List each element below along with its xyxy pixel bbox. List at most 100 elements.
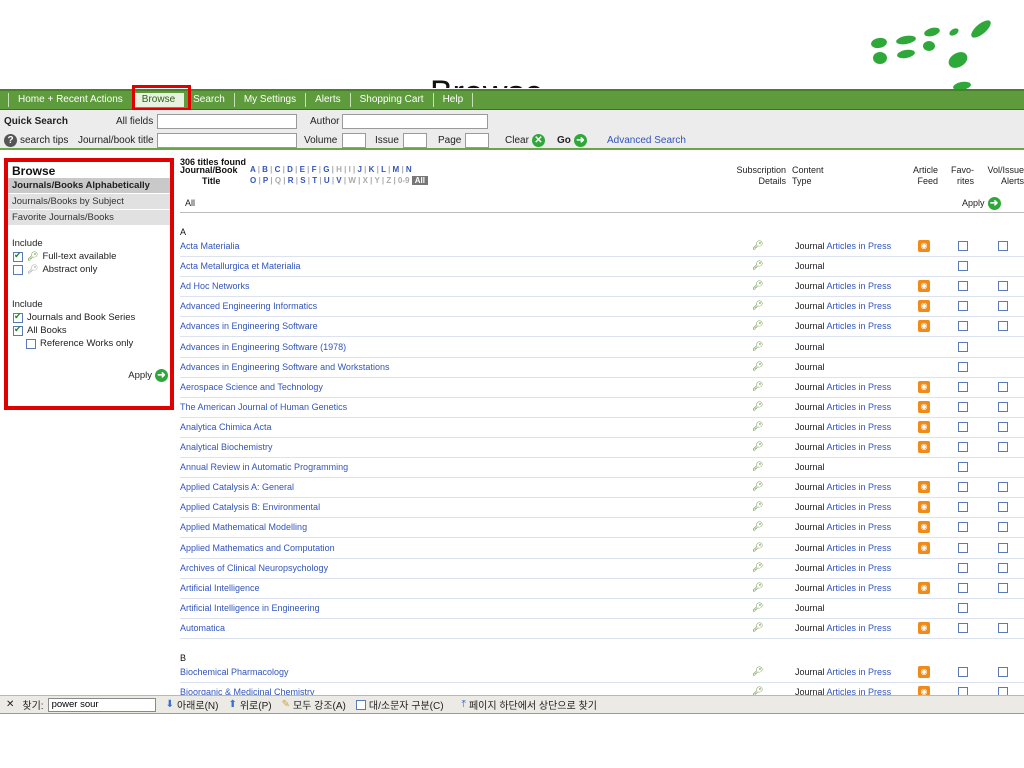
articles-in-press-link[interactable]: Articles in Press [827,583,892,593]
journal-title-link[interactable]: Advances in Engineering Software (1978) [180,342,346,352]
abstract-only-checkbox[interactable] [13,264,23,275]
sidebar-item-favorites[interactable]: Favorite Journals/Books [8,210,170,226]
tab-help[interactable]: Help [434,93,474,107]
rss-feed-icon[interactable]: ◉ [918,581,930,594]
journals-series-checkbox[interactable] [13,311,23,323]
rss-feed-icon[interactable]: ◉ [918,501,930,514]
rss-feed-icon[interactable]: ◉ [918,666,930,678]
favorite-checkbox[interactable] [958,582,968,593]
find-next-button[interactable]: ⬇ 아래로(N) [166,697,219,712]
volume-input[interactable] [342,132,366,148]
articles-in-press-link[interactable]: Articles in Press [827,301,892,311]
rss-feed-icon[interactable]: ◉ [918,380,930,393]
go-button[interactable]: Go ➜ [557,133,587,147]
journal-title-link[interactable]: Analytica Chimica Acta [180,422,272,432]
rss-feed-icon[interactable]: ◉ [918,521,930,534]
favorite-checkbox[interactable] [958,542,968,553]
alert-checkbox[interactable] [998,622,1008,633]
rss-feed-icon[interactable]: ◉ [918,240,930,252]
articles-in-press-link[interactable]: Articles in Press [827,482,892,492]
articles-in-press-link[interactable]: Articles in Press [827,522,892,532]
sidebar-item-by-subject[interactable]: Journals/Books by Subject [8,194,170,210]
articles-in-press-link[interactable]: Articles in Press [827,281,892,291]
favorite-checkbox[interactable] [958,602,968,613]
journal-title-link[interactable]: Applied Catalysis A: General [180,482,294,492]
journal-title-link[interactable]: Advanced Engineering Informatics [180,301,317,311]
advanced-search-link[interactable]: Advanced Search [607,135,686,146]
favorite-checkbox[interactable] [958,361,968,372]
journal-title-link[interactable]: The American Journal of Human Genetics [180,402,347,412]
match-case-checkbox[interactable] [355,699,366,710]
rss-feed-icon[interactable]: ◉ [918,420,930,433]
favorite-checkbox[interactable] [958,667,968,677]
articles-in-press-link[interactable]: Articles in Press [827,422,892,432]
journal-title-input[interactable] [157,132,297,148]
articles-in-press-link[interactable]: Articles in Press [827,543,892,553]
articles-in-press-link[interactable]: Articles in Press [827,321,892,331]
alert-checkbox[interactable] [998,562,1008,573]
journal-title-link[interactable]: Analytical Biochemistry [180,442,273,452]
all-books-checkbox[interactable] [13,324,23,336]
find-close-icon[interactable]: ✕ [6,699,14,710]
alert-checkbox[interactable] [998,281,1008,292]
sidebar-item-alphabetically[interactable]: Journals/Books Alphabetically [8,178,170,194]
articles-in-press-link[interactable]: Articles in Press [827,442,892,452]
tab-alerts[interactable]: Alerts [306,93,351,107]
journal-title-link[interactable]: Advances in Engineering Software [180,321,318,331]
favorite-checkbox[interactable] [958,562,968,573]
alert-checkbox[interactable] [998,542,1008,553]
search-tips-link[interactable]: search tips [20,135,68,146]
articles-in-press-link[interactable]: Articles in Press [827,241,892,251]
alpha-letter[interactable]: 0-9 [398,176,410,185]
favorite-checkbox[interactable] [958,482,968,493]
clear-button[interactable]: Clear ✕ [505,133,545,147]
journal-title-link[interactable]: Automatica [180,623,225,633]
journal-title-link[interactable]: Biochemical Pharmacology [180,667,289,677]
articles-in-press-link[interactable]: Articles in Press [827,382,892,392]
alert-checkbox[interactable] [998,301,1008,312]
page-input[interactable] [465,132,489,148]
favorite-checkbox[interactable] [958,401,968,412]
reference-works-checkbox[interactable] [26,338,36,349]
journal-title-link[interactable]: Bioorganic & Medicinal Chemistry [180,687,315,695]
alert-checkbox[interactable] [998,582,1008,593]
rss-feed-icon[interactable]: ◉ [918,481,930,494]
favorite-checkbox[interactable] [958,241,968,251]
favorite-checkbox[interactable] [958,442,968,452]
articles-in-press-link[interactable]: Articles in Press [827,667,892,677]
tab-home[interactable]: Home + Recent Actions [8,93,133,107]
articles-in-press-link[interactable]: Articles in Press [827,687,892,695]
alert-checkbox[interactable] [998,401,1008,412]
journal-title-link[interactable]: Annual Review in Automatic Programming [180,462,348,472]
favorite-checkbox[interactable] [958,341,968,352]
find-prev-button[interactable]: ⬆ 위로(P) [228,697,271,712]
articles-in-press-link[interactable]: Articles in Press [827,623,892,633]
journal-title-link[interactable]: Archives of Clinical Neuropsychology [180,563,328,573]
alert-checkbox[interactable] [998,421,1008,432]
list-apply-button[interactable]: Apply ➜ [962,195,1001,211]
favorite-checkbox[interactable] [958,321,968,332]
issue-input[interactable] [403,132,427,148]
alert-checkbox[interactable] [998,667,1008,677]
alert-checkbox[interactable] [998,241,1008,251]
favorite-checkbox[interactable] [958,522,968,533]
favorite-checkbox[interactable] [958,687,968,695]
journal-title-link[interactable]: Artificial Intelligence in Engineering [180,603,320,613]
journal-title-link[interactable]: Aerospace Science and Technology [180,382,323,392]
rss-feed-icon[interactable]: ◉ [918,300,930,313]
alert-checkbox[interactable] [998,482,1008,493]
full-text-checkbox[interactable] [13,250,23,262]
alert-checkbox[interactable] [998,321,1008,332]
highlight-all-button[interactable]: ✎ 모두 강조(A) [282,697,346,712]
alpha-letter[interactable]: W [348,176,356,185]
articles-in-press-link[interactable]: Articles in Press [827,502,892,512]
favorite-checkbox[interactable] [958,281,968,292]
tab-search[interactable]: Search [184,93,235,107]
alert-checkbox[interactable] [998,522,1008,533]
alert-checkbox[interactable] [998,502,1008,513]
rss-feed-icon[interactable]: ◉ [918,320,930,333]
favorite-checkbox[interactable] [958,381,968,392]
rss-feed-icon[interactable]: ◉ [918,541,930,554]
journal-title-link[interactable]: Ad Hoc Networks [180,281,250,291]
author-input[interactable] [342,113,488,129]
